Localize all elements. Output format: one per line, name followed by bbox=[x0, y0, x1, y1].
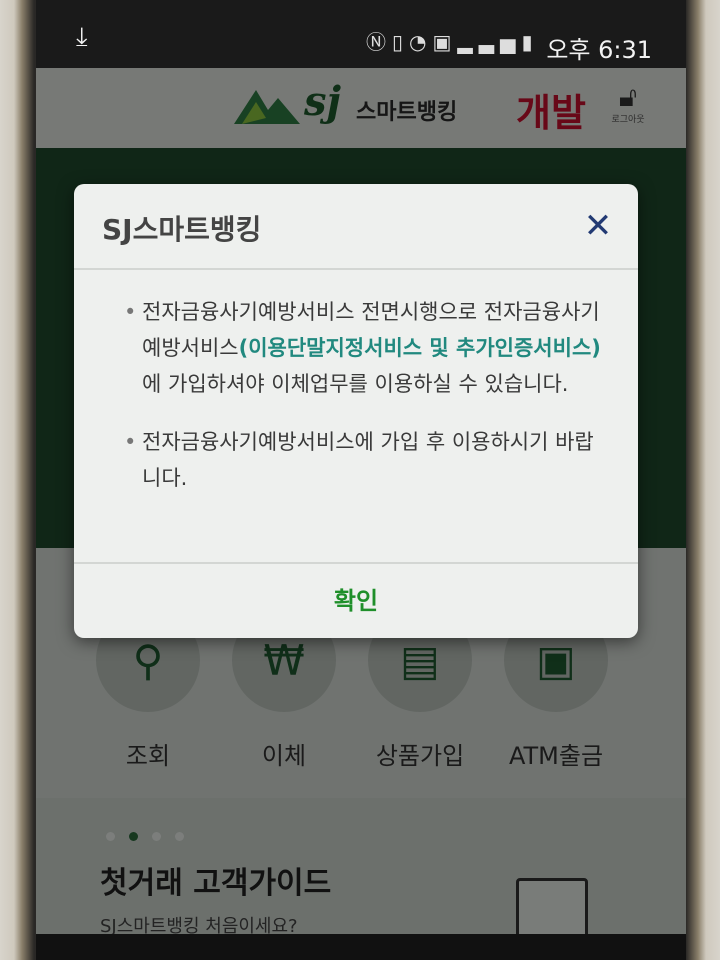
notice-text: 전자금융사기예방서비스에 가입 후 이용하시기 바랍니다. bbox=[142, 430, 594, 490]
notice-highlight: (이용단말지정서비스 및 추가인증서비스) bbox=[238, 336, 601, 360]
close-icon[interactable]: ✕ bbox=[580, 209, 616, 246]
vibrate-icon: ▯ bbox=[392, 30, 410, 54]
nfc-icon: Ⓝ bbox=[366, 30, 392, 54]
notice-item: • 전자금융사기예방서비스 전면시행으로 전자금융사기예방서비스(이용단말지정서… bbox=[124, 294, 604, 402]
notice-item: • 전자금융사기예방서비스에 가입 후 이용하시기 바랍니다. bbox=[124, 424, 604, 496]
sim-icon: ▣ bbox=[432, 30, 458, 54]
dialog-title: SJ스마트뱅킹 bbox=[102, 213, 262, 246]
confirm-button[interactable]: 확인 bbox=[74, 564, 638, 638]
bullet: • bbox=[124, 430, 137, 454]
divider bbox=[74, 268, 638, 270]
phone-screen: ⤓ Ⓝ▯◔▣▂▃▅▮ 오후 6:31 sj 스마트뱅킹 개발 🔓︎ 로그아웃 ⚲… bbox=[36, 0, 686, 960]
dialog-body: • 전자금융사기예방서비스 전면시행으로 전자금융사기예방서비스(이용단말지정서… bbox=[124, 294, 604, 518]
notice-text: 에 가입하셔야 이체업무를 이용하실 수 있습니다. bbox=[142, 372, 569, 396]
notice-dialog: SJ스마트뱅킹 ✕ • 전자금융사기예방서비스 전면시행으로 전자금융사기예방서… bbox=[74, 184, 638, 638]
signal-icon: ▂▃▅ bbox=[457, 30, 522, 54]
clock: 오후 6:31 bbox=[546, 36, 652, 64]
battery-icon: ▮ bbox=[521, 30, 539, 54]
status-bar: ⤓ Ⓝ▯◔▣▂▃▅▮ 오후 6:31 bbox=[36, 0, 686, 68]
status-icons: Ⓝ▯◔▣▂▃▅▮ bbox=[366, 26, 539, 55]
download-icon: ⤓ bbox=[76, 22, 88, 52]
wifi-icon: ◔ bbox=[409, 30, 433, 54]
bullet: • bbox=[124, 300, 137, 324]
